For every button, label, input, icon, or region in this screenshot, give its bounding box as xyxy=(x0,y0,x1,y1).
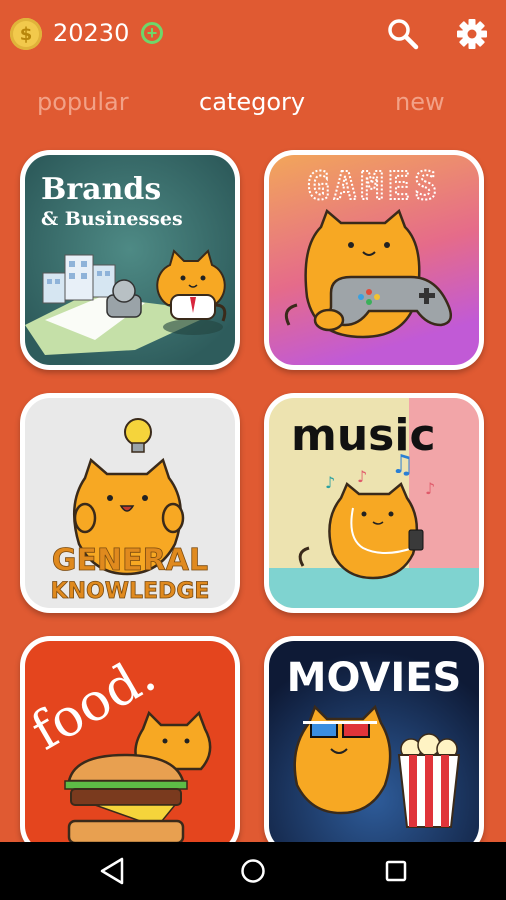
category-art-movies: MOVIES xyxy=(269,641,479,851)
games-title: GAMES xyxy=(307,164,441,208)
category-card-games[interactable]: GAMES xyxy=(264,150,484,370)
category-card-music[interactable]: music ♫ ♪ ♪ ♪ xyxy=(264,393,484,613)
general-knowledge-illustration: GENERAL KNOWLEDGE xyxy=(25,398,235,608)
recents-icon xyxy=(385,860,407,882)
movies-title: MOVIES xyxy=(287,655,462,701)
food-illustration: food. xyxy=(25,641,235,851)
svg-text:♫: ♫ xyxy=(391,450,414,480)
coin-icon: $ xyxy=(10,18,42,50)
category-art-food: food. xyxy=(25,641,235,851)
category-art-brands: Brands & Businesses xyxy=(25,155,235,365)
category-card-brands[interactable]: Brands & Businesses xyxy=(20,150,240,370)
category-art-music: music ♫ ♪ ♪ ♪ xyxy=(269,398,479,608)
search-icon xyxy=(388,19,419,50)
category-card-general-knowledge[interactable]: GENERAL KNOWLEDGE xyxy=(20,393,240,613)
movies-illustration: MOVIES xyxy=(269,641,479,851)
coin-balance: 20230 xyxy=(53,19,130,47)
top-bar: $ 20230 + xyxy=(0,0,506,70)
nav-recents-button[interactable] xyxy=(384,859,408,888)
brands-illustration: Brands & Businesses xyxy=(25,155,235,365)
add-coins-button[interactable]: + xyxy=(141,22,163,44)
system-nav-bar xyxy=(0,842,506,900)
search-button[interactable] xyxy=(385,16,421,52)
brands-title-line1: Brands xyxy=(41,172,161,207)
home-icon xyxy=(241,859,265,883)
games-illustration: GAMES xyxy=(269,155,479,365)
music-illustration: music ♫ ♪ ♪ ♪ xyxy=(269,398,479,608)
nav-home-button[interactable] xyxy=(240,858,266,889)
nav-back-button[interactable] xyxy=(98,856,126,891)
back-icon xyxy=(100,857,124,885)
category-art-general-knowledge: GENERAL KNOWLEDGE xyxy=(25,398,235,608)
brands-title-line2: & Businesses xyxy=(41,208,183,230)
category-card-food[interactable]: food. xyxy=(20,636,240,856)
gk-title-line1: GENERAL xyxy=(52,543,208,578)
tab-new[interactable]: new xyxy=(395,82,445,122)
svg-text:♪: ♪ xyxy=(425,479,435,498)
tab-popular[interactable]: popular xyxy=(37,82,129,122)
gear-icon xyxy=(457,19,487,49)
svg-text:♪: ♪ xyxy=(357,467,367,486)
category-card-movies[interactable]: MOVIES xyxy=(264,636,484,856)
svg-text:♪: ♪ xyxy=(325,473,335,492)
tab-category[interactable]: category xyxy=(199,82,305,122)
gk-title-line2: KNOWLEDGE xyxy=(51,579,210,604)
settings-button[interactable] xyxy=(454,16,490,52)
tab-bar: popular category new xyxy=(0,82,506,122)
category-art-games: GAMES xyxy=(269,155,479,365)
